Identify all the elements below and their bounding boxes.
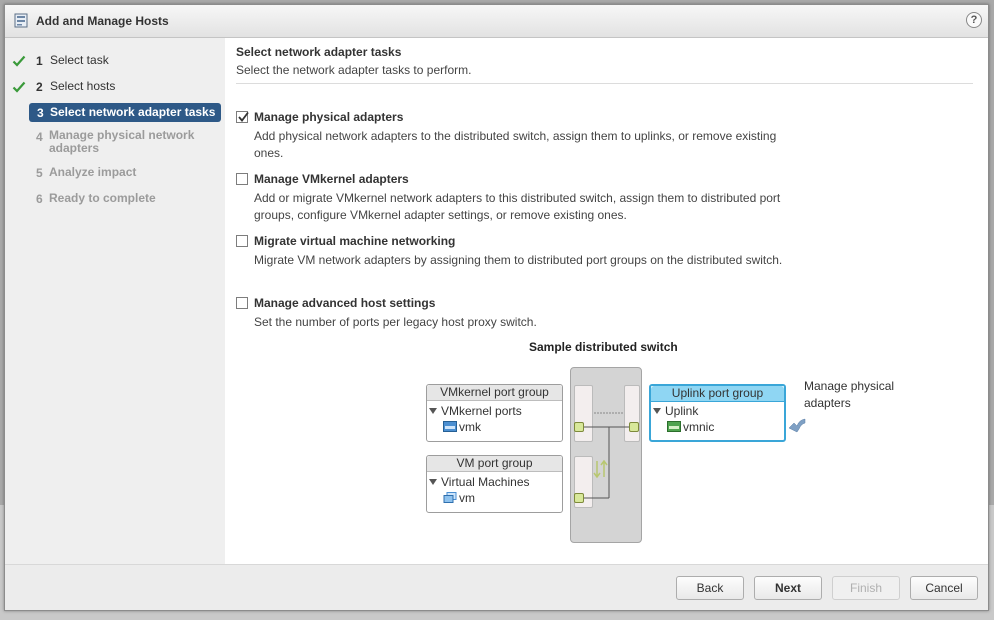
step-number: 3	[37, 106, 44, 120]
step-number: 5	[36, 166, 43, 180]
step-number: 2	[36, 80, 43, 94]
step-label: Ready to complete	[49, 191, 156, 205]
port-group-section: VMkernel ports	[429, 404, 522, 418]
wizard-steps-nav: 1 Select task 2 Select hosts 3 Select ne…	[5, 38, 225, 566]
manage-advanced-host-settings-checkbox[interactable]	[236, 297, 248, 309]
dialog-title: Add and Manage Hosts	[36, 14, 169, 28]
item-label: vmnic	[683, 420, 715, 434]
step-select-network-adapter-tasks[interactable]: 3 Select network adapter tasks	[29, 103, 221, 122]
port-group-header: VM port group	[427, 456, 562, 472]
step-label: Select network adapter tasks	[50, 105, 216, 119]
vmkernel-adapter-icon	[443, 421, 457, 432]
port-group-section: Virtual Machines	[429, 475, 530, 489]
add-manage-hosts-dialog: Add and Manage Hosts ? 1 Select task 2 S…	[4, 4, 989, 611]
divider	[236, 83, 973, 84]
task-description: Set the number of ports per legacy host …	[254, 315, 537, 329]
step-number: 4	[36, 130, 43, 144]
manage-vmkernel-adapters-checkbox[interactable]	[236, 173, 248, 185]
task-label[interactable]: Migrate virtual machine networking	[254, 234, 455, 248]
item-label: vm	[459, 491, 475, 505]
port-group-item: vm	[443, 491, 475, 505]
step-label: Select hosts	[50, 79, 116, 93]
port-group-header: VMkernel port group	[427, 385, 562, 401]
step-number: 1	[36, 54, 43, 68]
host-wizard-icon	[14, 13, 28, 28]
manage-physical-adapters-note: Manage physical adapters	[804, 379, 895, 410]
task-label[interactable]: Manage VMkernel adapters	[254, 172, 409, 186]
back-button[interactable]: Back	[676, 576, 744, 600]
expand-triangle-icon	[429, 479, 437, 485]
expand-triangle-icon	[429, 408, 437, 414]
task-description: Migrate VM network adapters by assigning…	[254, 253, 783, 267]
dialog-footer: Back Next Finish Cancel	[5, 564, 988, 610]
port-group-item: vmnic	[667, 420, 714, 434]
step-number: 6	[36, 192, 43, 206]
port-group-header: Uplink port group	[651, 386, 784, 402]
migrate-vm-networking-checkbox[interactable]	[236, 235, 248, 247]
switch-connections	[584, 412, 629, 499]
step-label: Analyze impact	[49, 165, 137, 179]
task-description: Add or migrate VMkernel network adapters…	[254, 191, 781, 222]
vmkernel-port-group: VMkernel port group VMkernel ports vmk	[426, 384, 563, 442]
step-label: Select task	[50, 53, 109, 67]
task-label[interactable]: Manage advanced host settings	[254, 296, 435, 310]
virtual-machine-icon	[443, 492, 457, 503]
next-button[interactable]: Next	[754, 576, 822, 600]
section-label: VMkernel ports	[441, 404, 522, 418]
port-group-section: Uplink	[653, 404, 698, 418]
item-label: vmk	[459, 420, 481, 434]
task-label[interactable]: Manage physical adapters	[254, 110, 403, 124]
help-icon[interactable]: ?	[966, 12, 982, 28]
task-description: Add physical network adapters to the dis…	[254, 129, 777, 160]
expand-triangle-icon	[653, 408, 661, 414]
curved-arrow-icon	[788, 418, 806, 433]
check-icon	[12, 81, 26, 93]
section-label: Uplink	[665, 404, 699, 418]
manage-physical-adapters-checkbox[interactable]	[236, 111, 249, 123]
uplink-port-group: Uplink port group Uplink vmnic	[649, 384, 786, 442]
physical-adapter-icon	[667, 421, 681, 432]
step-label: Manage physical network adapters	[49, 128, 195, 155]
diagram-title: Sample distributed switch	[529, 340, 678, 354]
check-icon	[12, 55, 26, 67]
checkmark-icon	[238, 111, 249, 122]
dialog-titlebar: Add and Manage Hosts ?	[5, 5, 988, 38]
finish-button: Finish	[832, 576, 900, 600]
page-subtitle: Select the network adapter tasks to perf…	[236, 63, 472, 77]
section-label: Virtual Machines	[441, 475, 530, 489]
cancel-button[interactable]: Cancel	[910, 576, 978, 600]
port-group-item: vmk	[443, 420, 481, 434]
page-title: Select network adapter tasks	[236, 45, 402, 59]
vm-port-group: VM port group Virtual Machines vm	[426, 455, 563, 513]
